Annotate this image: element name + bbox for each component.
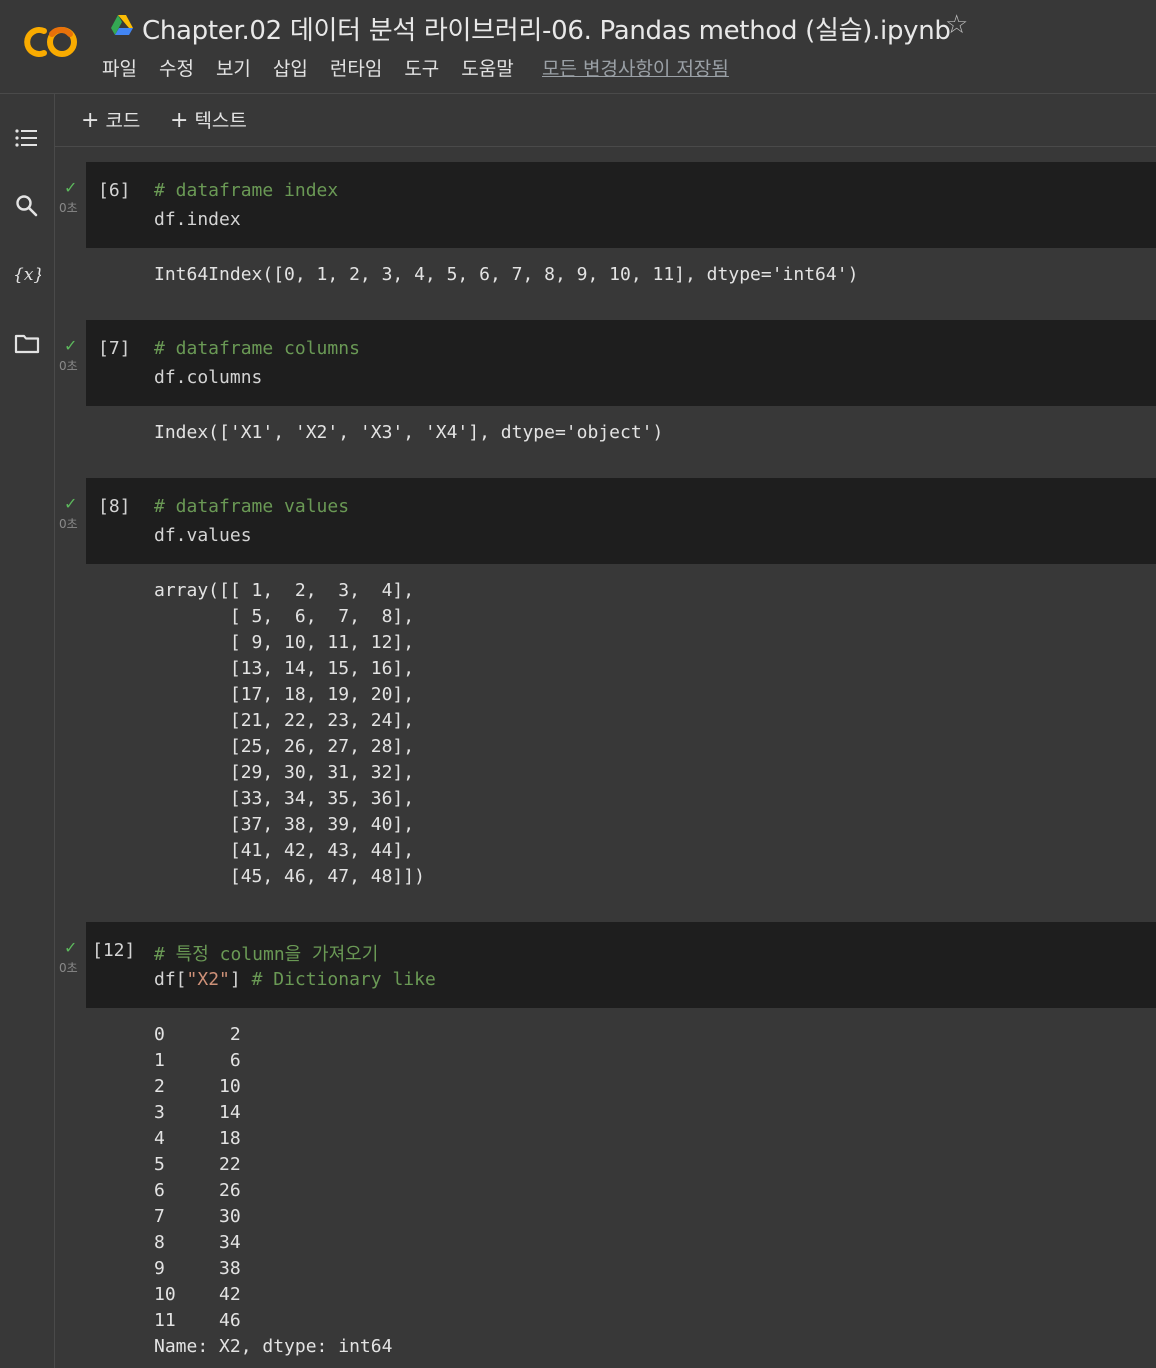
execution-count[interactable]: [8] [98,496,131,517]
execution-duration: 0초 [59,359,78,373]
output-line: [ 5, 6, 7, 8], [154,606,415,627]
output-line: 6 26 [154,1180,241,1201]
table-of-contents-icon[interactable] [13,124,41,152]
menu-edit[interactable]: 수정 [159,54,194,81]
plus-icon: + [81,108,100,133]
menu-view[interactable]: 보기 [216,54,251,81]
output-line: 5 22 [154,1154,241,1175]
code-text: df["X2"] # Dictionary like [154,969,436,990]
output-line: 11 46 [154,1310,241,1331]
output-line: Name: X2, dtype: int64 [154,1336,393,1357]
output-line: [29, 30, 31, 32], [154,762,415,783]
output-line: 3 14 [154,1102,241,1123]
notebook-title[interactable]: Chapter.02 데이터 분석 라이브러리-06. Pandas metho… [142,10,951,47]
code-editor[interactable] [86,320,1156,406]
execution-count[interactable]: [7] [98,338,131,359]
add-code-cell-button[interactable]: + 코드 [81,106,140,133]
execution-duration: 0초 [59,201,78,215]
menu-file[interactable]: 파일 [102,54,137,81]
output-line: [37, 38, 39, 40], [154,814,415,835]
add-text-cell-button[interactable]: + 텍스트 [170,106,247,133]
output-line: [ 9, 10, 11, 12], [154,632,415,653]
output-line: array([[ 1, 2, 3, 4], [154,580,415,601]
output-line: 4 18 [154,1128,241,1149]
code-text: df.columns [154,367,263,388]
execution-duration: 0초 [59,517,78,531]
svg-text:{x}: {x} [13,265,41,285]
search-icon[interactable] [13,192,41,220]
output-line: [21, 22, 23, 24], [154,710,415,731]
output-line: [33, 34, 35, 36], [154,788,415,809]
menu-help[interactable]: 도움말 [461,54,513,81]
code-editor[interactable] [86,478,1156,564]
output-line: 0 2 [154,1024,241,1045]
code-comment: # 특정 column을 가져오기 [154,944,379,965]
output-line: 9 38 [154,1258,241,1279]
menu-bar: 파일 수정 보기 삽입 런타임 도구 도움말 [102,54,536,81]
output-line: 2 10 [154,1076,241,1097]
menu-insert[interactable]: 삽입 [273,54,308,81]
colab-logo-icon[interactable] [18,22,82,62]
code-comment: # dataframe values [154,496,350,517]
execution-count[interactable]: [6] [98,180,131,201]
menu-runtime[interactable]: 런타임 [330,54,382,81]
output-line: [41, 42, 43, 44], [154,840,415,861]
folder-icon[interactable] [13,330,41,358]
google-drive-icon[interactable] [110,14,134,36]
cell-output: Index(['X1', 'X2', 'X3', 'X4'], dtype='o… [154,422,664,443]
code-editor[interactable] [86,162,1156,248]
output-line: 1 6 [154,1050,241,1071]
output-line: 10 42 [154,1284,241,1305]
code-comment: # dataframe columns [154,338,360,359]
success-check-icon: ✓ [64,178,78,197]
plus-icon: + [170,108,189,133]
code-text: df.index [154,209,241,230]
success-check-icon: ✓ [64,494,78,513]
execution-duration: 0초 [59,961,78,975]
cell-output: Int64Index([0, 1, 2, 3, 4, 5, 6, 7, 8, 9… [154,264,859,285]
success-check-icon: ✓ [64,938,78,957]
output-line: [45, 46, 47, 48]]) [154,866,425,887]
variables-icon[interactable]: {x} [13,260,41,288]
output-line: [25, 26, 27, 28], [154,736,415,757]
notebook-toolbar: + 코드 + 텍스트 [55,94,1156,147]
success-check-icon: ✓ [64,336,78,355]
save-status-link[interactable]: 모든 변경사항이 저장됨 [542,54,729,81]
output-line: [13, 14, 15, 16], [154,658,415,679]
menu-tools[interactable]: 도구 [404,54,439,81]
star-icon[interactable]: ☆ [945,10,968,40]
output-line: 7 30 [154,1206,241,1227]
app-header: Chapter.02 데이터 분석 라이브러리-06. Pandas metho… [0,0,1156,94]
left-sidebar: {x} [0,94,55,1368]
execution-count[interactable]: [12] [92,940,135,961]
output-line: 8 34 [154,1232,241,1253]
output-line: [17, 18, 19, 20], [154,684,415,705]
code-comment: # dataframe index [154,180,339,201]
code-text: df.values [154,525,252,546]
